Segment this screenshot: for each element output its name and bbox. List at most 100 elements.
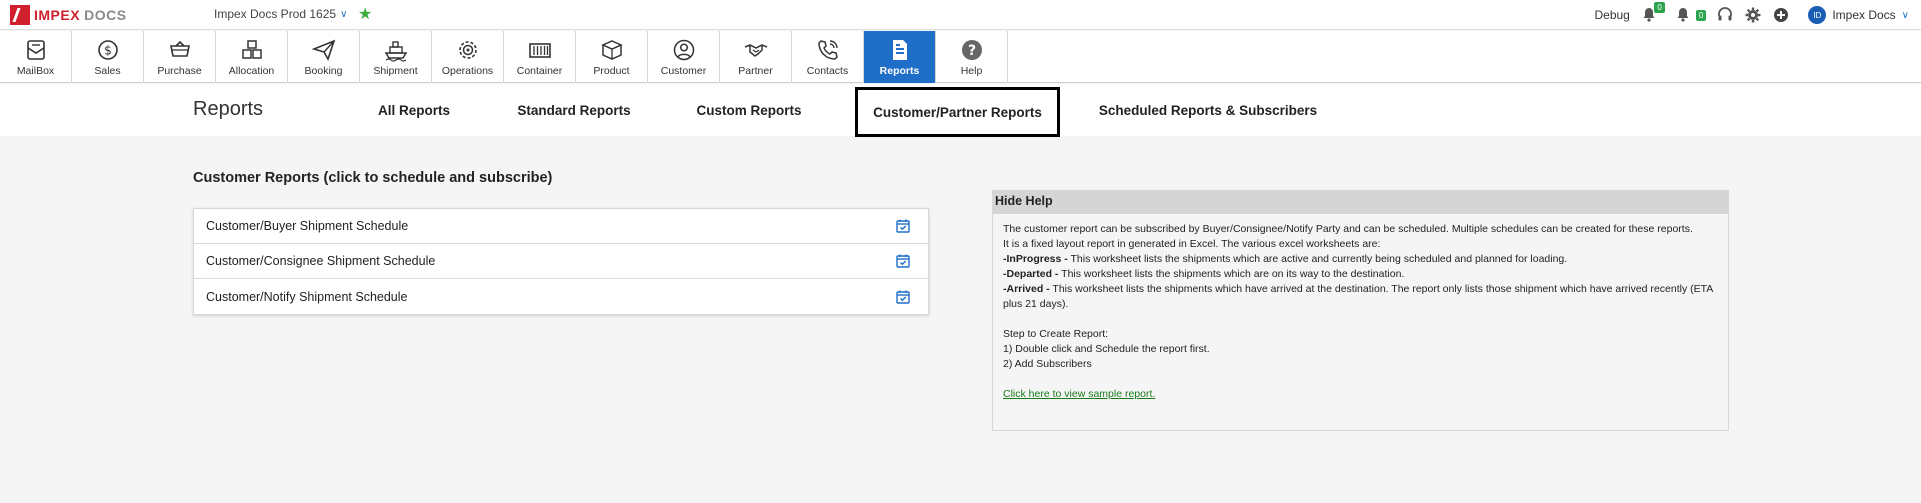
- module-label: Help: [960, 64, 983, 77]
- module-label: Sales: [94, 64, 121, 77]
- module-contacts[interactable]: Contacts: [792, 31, 864, 83]
- logo-mark-icon: [10, 5, 30, 25]
- sheet-name: -Departed -: [1003, 268, 1059, 280]
- module-purchase[interactable]: Purchase: [144, 31, 216, 83]
- alert-bell-icon[interactable]: 0: [1640, 2, 1665, 24]
- customer-icon: [672, 38, 696, 62]
- help-steps-title: Step to Create Report:: [1003, 328, 1109, 340]
- calendar-check-icon[interactable]: [896, 290, 910, 304]
- tab-all-reports[interactable]: All Reports: [368, 84, 460, 136]
- ship-icon: [384, 38, 408, 62]
- notification-count-badge: 0: [1695, 9, 1707, 21]
- help-step-2: 2) Add Subscribers: [1003, 358, 1092, 370]
- phone-icon: [816, 38, 840, 62]
- top-bar: IMPEX DOCS Impex Docs Prod 1625 ∨ ★ Debu…: [0, 0, 1921, 30]
- impexdocs-logo[interactable]: IMPEX DOCS: [10, 4, 127, 26]
- module-label: MailBox: [16, 64, 55, 77]
- help-icon: ?: [960, 38, 984, 62]
- calendar-check-icon[interactable]: [896, 254, 910, 268]
- sheet-desc: This worksheet lists the shipments which…: [1003, 283, 1713, 310]
- sheet-name: -InProgress -: [1003, 253, 1068, 265]
- svg-text:$: $: [104, 43, 112, 57]
- tab-standard-reports[interactable]: Standard Reports: [510, 84, 638, 136]
- help-sheet-departed: -Departed - This worksheet lists the shi…: [1003, 267, 1718, 282]
- module-reports[interactable]: Reports: [864, 31, 936, 83]
- module-operations[interactable]: Operations: [432, 31, 504, 83]
- user-menu[interactable]: ID Impex Docs ∨: [1808, 6, 1909, 24]
- module-label: Container: [516, 64, 563, 77]
- module-allocation[interactable]: Allocation: [216, 31, 288, 83]
- help-layout-note: It is a fixed layout report in generated…: [1003, 238, 1381, 250]
- module-help[interactable]: ? Help: [936, 31, 1008, 83]
- logo-text-impex: IMPEX: [34, 7, 81, 23]
- module-booking[interactable]: Booking: [288, 31, 360, 83]
- debug-link[interactable]: Debug: [1594, 8, 1629, 22]
- module-label: Purchase: [157, 64, 202, 77]
- help-sheet-arrived: -Arrived - This worksheet lists the ship…: [1003, 282, 1718, 312]
- settings-gear-icon[interactable]: [1744, 6, 1762, 24]
- module-container[interactable]: Container: [504, 31, 576, 83]
- report-icon: [888, 38, 912, 62]
- calendar-check-icon[interactable]: [896, 219, 910, 233]
- reports-subnav: Reports All Reports Standard Reports Cus…: [0, 84, 1921, 137]
- module-label: Booking: [304, 64, 343, 77]
- headset-icon[interactable]: [1716, 6, 1734, 24]
- customer-reports-heading: Customer Reports (click to schedule and …: [193, 170, 553, 186]
- tab-customer-partner-reports[interactable]: Customer/Partner Reports: [855, 87, 1060, 137]
- report-name: Customer/Consignee Shipment Schedule: [206, 254, 436, 268]
- module-customer[interactable]: Customer: [648, 31, 720, 83]
- sample-report-link[interactable]: Click here to view sample report.: [1003, 388, 1155, 400]
- list-item[interactable]: Customer/Consignee Shipment Schedule: [194, 244, 928, 279]
- paper-plane-icon: [311, 38, 336, 62]
- module-shipment[interactable]: Shipment: [360, 31, 432, 83]
- sheet-desc: This worksheet lists the shipments which…: [1058, 268, 1405, 280]
- module-label: Shipment: [373, 64, 418, 77]
- gear-target-icon: [456, 38, 480, 62]
- favorite-star-icon[interactable]: ★: [358, 4, 372, 24]
- topbar-actions: Debug 0 0 ID Impex Docs ∨: [1594, 2, 1909, 26]
- hide-help-toggle[interactable]: Hide Help: [993, 191, 1728, 214]
- module-mailbox[interactable]: MailBox: [0, 31, 72, 83]
- chevron-down-icon: ∨: [1901, 9, 1909, 21]
- module-label: Reports: [879, 64, 920, 77]
- module-label: Contacts: [806, 64, 849, 77]
- environment-selector[interactable]: Impex Docs Prod 1625 ∨: [214, 7, 347, 21]
- mailbox-icon: [24, 38, 48, 62]
- dollar-icon: $: [96, 38, 120, 62]
- logo-text-docs: DOCS: [84, 7, 127, 23]
- cart-icon: [168, 38, 192, 62]
- sheet-name: -Arrived -: [1003, 283, 1050, 295]
- module-label: Operations: [441, 64, 494, 77]
- help-panel: Hide Help The customer report can be sub…: [992, 190, 1729, 431]
- module-label: Allocation: [228, 64, 275, 77]
- product-box-icon: [600, 38, 624, 62]
- list-item[interactable]: Customer/Notify Shipment Schedule: [194, 279, 928, 314]
- module-label: Partner: [738, 64, 773, 77]
- page-title: Reports: [193, 98, 264, 120]
- module-product[interactable]: Product: [576, 31, 648, 83]
- notification-bell-icon[interactable]: [1674, 6, 1692, 24]
- tab-custom-reports[interactable]: Custom Reports: [688, 84, 810, 136]
- svg-text:?: ?: [967, 43, 975, 59]
- container-icon: [528, 38, 552, 62]
- report-name: Customer/Buyer Shipment Schedule: [206, 219, 409, 233]
- user-name: Impex Docs: [1832, 8, 1896, 22]
- boxes-icon: [240, 38, 264, 62]
- chevron-down-icon: ∨: [340, 8, 348, 20]
- add-circle-icon[interactable]: [1772, 6, 1790, 24]
- module-label: Product: [593, 64, 630, 77]
- report-name: Customer/Notify Shipment Schedule: [206, 289, 408, 304]
- sheet-desc: This worksheet lists the shipments which…: [1067, 253, 1568, 265]
- module-partner[interactable]: Partner: [720, 31, 792, 83]
- avatar: ID: [1808, 6, 1827, 24]
- help-step-1: 1) Double click and Schedule the report …: [1003, 343, 1210, 355]
- list-item[interactable]: Customer/Buyer Shipment Schedule: [194, 209, 928, 244]
- help-sheet-inprogress: -InProgress - This worksheet lists the s…: [1003, 252, 1718, 267]
- customer-reports-list: Customer/Buyer Shipment Schedule Custome…: [193, 208, 929, 315]
- module-sales[interactable]: $ Sales: [72, 31, 144, 83]
- module-nav: MailBox $ Sales Purchase Allocation Book…: [0, 31, 1921, 83]
- help-body: The customer report can be subscribed by…: [993, 214, 1728, 410]
- tab-scheduled-reports-subscribers[interactable]: Scheduled Reports & Subscribers: [1094, 84, 1322, 136]
